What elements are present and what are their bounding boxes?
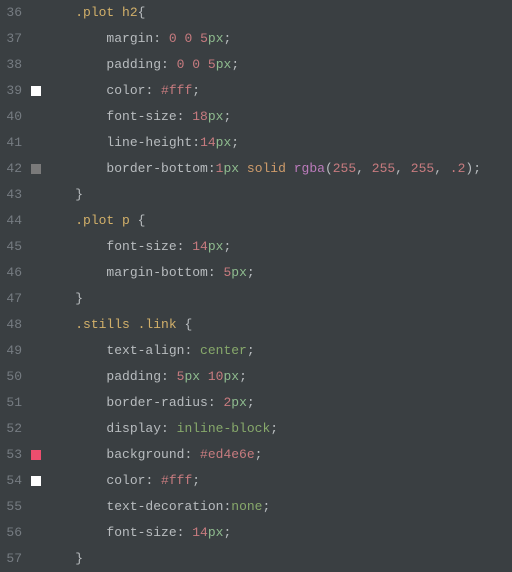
code-area[interactable]: .plot h2{ margin: 0 0 5px; padding: 0 0 … bbox=[44, 0, 512, 572]
line-number: 50 bbox=[0, 364, 22, 390]
code-line[interactable]: color: #fff; bbox=[44, 468, 512, 494]
code-editor[interactable]: 3637383940414243444546474849505152535455… bbox=[0, 0, 512, 572]
line-number: 45 bbox=[0, 234, 22, 260]
code-line[interactable]: } bbox=[44, 286, 512, 312]
line-number: 40 bbox=[0, 104, 22, 130]
code-line[interactable]: .plot p { bbox=[44, 208, 512, 234]
code-line[interactable]: margin: 0 0 5px; bbox=[44, 26, 512, 52]
line-number: 49 bbox=[0, 338, 22, 364]
line-number: 38 bbox=[0, 52, 22, 78]
code-line[interactable]: color: #fff; bbox=[44, 78, 512, 104]
line-number: 52 bbox=[0, 416, 22, 442]
line-number: 47 bbox=[0, 286, 22, 312]
line-number: 39 bbox=[0, 78, 22, 104]
code-line[interactable]: font-size: 14px; bbox=[44, 234, 512, 260]
line-number: 54 bbox=[0, 468, 22, 494]
line-number: 53 bbox=[0, 442, 22, 468]
color-swatch bbox=[31, 476, 41, 486]
code-line[interactable]: } bbox=[44, 546, 512, 572]
line-number: 57 bbox=[0, 546, 22, 572]
line-number: 46 bbox=[0, 260, 22, 286]
code-line[interactable]: background: #ed4e6e; bbox=[44, 442, 512, 468]
code-line[interactable]: border-bottom:1px solid rgba(255, 255, 2… bbox=[44, 156, 512, 182]
code-line[interactable]: padding: 5px 10px; bbox=[44, 364, 512, 390]
gutter-line-numbers: 3637383940414243444546474849505152535455… bbox=[0, 0, 28, 572]
code-line[interactable]: font-size: 14px; bbox=[44, 520, 512, 546]
line-number: 41 bbox=[0, 130, 22, 156]
gutter-markers bbox=[28, 0, 44, 572]
code-line[interactable]: padding: 0 0 5px; bbox=[44, 52, 512, 78]
line-number: 43 bbox=[0, 182, 22, 208]
line-number: 37 bbox=[0, 26, 22, 52]
line-number: 42 bbox=[0, 156, 22, 182]
code-line[interactable]: .stills .link { bbox=[44, 312, 512, 338]
color-swatch bbox=[31, 450, 41, 460]
line-number: 51 bbox=[0, 390, 22, 416]
code-line[interactable]: font-size: 18px; bbox=[44, 104, 512, 130]
color-swatch bbox=[31, 86, 41, 96]
line-number: 36 bbox=[0, 0, 22, 26]
line-number: 56 bbox=[0, 520, 22, 546]
color-swatch bbox=[31, 164, 41, 174]
line-number: 48 bbox=[0, 312, 22, 338]
code-line[interactable]: } bbox=[44, 182, 512, 208]
code-line[interactable]: text-align: center; bbox=[44, 338, 512, 364]
code-line[interactable]: margin-bottom: 5px; bbox=[44, 260, 512, 286]
code-line[interactable]: line-height:14px; bbox=[44, 130, 512, 156]
code-line[interactable]: display: inline-block; bbox=[44, 416, 512, 442]
code-line[interactable]: .plot h2{ bbox=[44, 0, 512, 26]
code-line[interactable]: border-radius: 2px; bbox=[44, 390, 512, 416]
line-number: 55 bbox=[0, 494, 22, 520]
line-number: 44 bbox=[0, 208, 22, 234]
code-line[interactable]: text-decoration:none; bbox=[44, 494, 512, 520]
